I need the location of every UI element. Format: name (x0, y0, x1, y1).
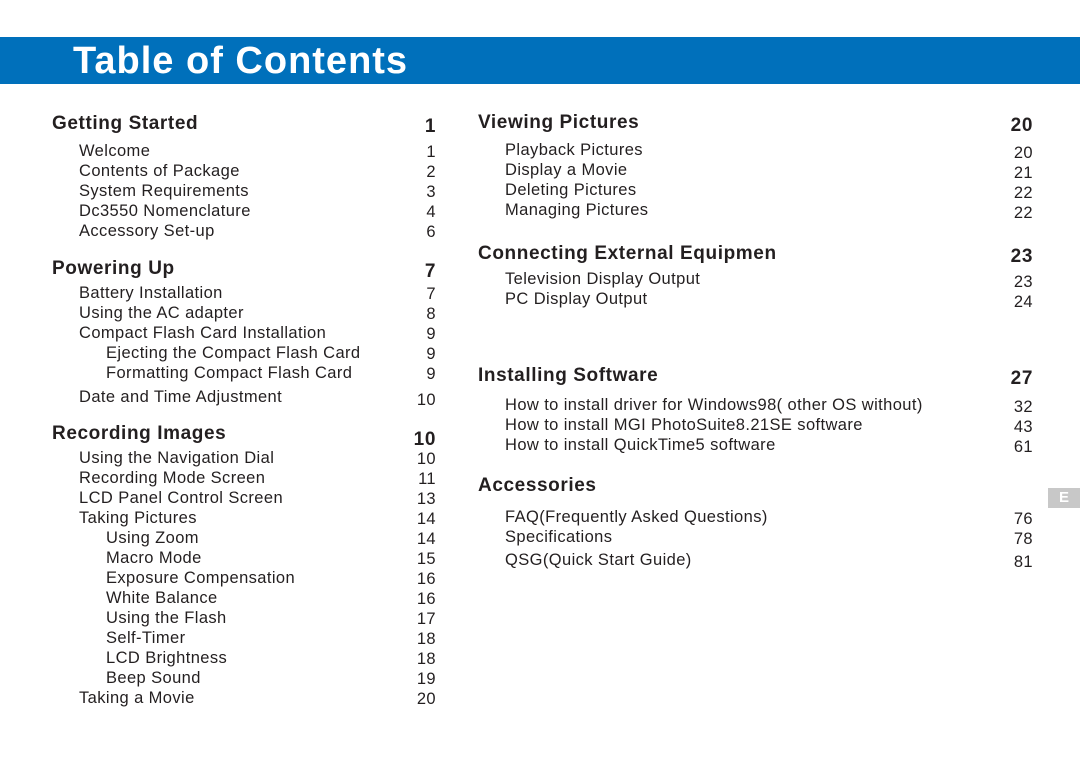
toc-entry: How to install QuickTime5 software (505, 436, 776, 454)
toc-entry-page: 9 (426, 345, 436, 363)
toc-entry: How to install MGI PhotoSuite8.21SE soft… (505, 416, 863, 434)
toc-entry: Exposure Compensation (106, 569, 296, 587)
toc-entry-page: 4 (426, 203, 436, 221)
toc-entry-page: 23 (1013, 273, 1033, 291)
section-heading: Accessories (478, 475, 597, 496)
toc-entry-page: 11 (418, 470, 436, 488)
toc-entry: Welcome (79, 142, 151, 160)
toc-entry-page: 7 (426, 285, 436, 303)
toc-entry-page: 18 (416, 630, 436, 648)
toc-entry-page: 6 (426, 223, 436, 241)
section-heading: Connecting External Equipmen (478, 243, 777, 264)
toc-entry: White Balance (106, 589, 218, 607)
toc-entry-page: 22 (1013, 184, 1033, 202)
toc-entry-page: 24 (1013, 293, 1033, 311)
toc-entry: Dc3550 Nomenclature (79, 202, 251, 220)
toc-entry-page: 9 (426, 325, 436, 343)
toc-entry-page: 1 (426, 143, 436, 161)
toc-entry: FAQ(Frequently Asked Questions) (505, 508, 768, 526)
toc-entry-page: 8 (426, 305, 436, 323)
section-page-number: 23 (1010, 246, 1033, 267)
section-heading: Getting Started (52, 113, 199, 134)
toc-entry: Specifications (505, 528, 613, 546)
toc-entry: PC Display Output (505, 290, 648, 308)
toc-entry: Taking a Movie (79, 689, 195, 707)
section-heading: Powering Up (52, 258, 175, 279)
toc-entry-page: 3 (426, 183, 436, 201)
toc-entry: Deleting Pictures (505, 181, 637, 199)
toc-entry: Display a Movie (505, 161, 628, 179)
language-tab: E (1048, 488, 1080, 508)
section-page-number: 20 (1010, 115, 1033, 136)
toc-entry-page: 20 (1013, 144, 1033, 162)
toc-entry-page: 20 (416, 690, 436, 708)
toc-entry-page: 18 (416, 650, 436, 668)
toc-entry-page: 61 (1013, 438, 1033, 456)
toc-entry: How to install driver for Windows98( oth… (505, 396, 923, 414)
toc-entry-page: 78 (1013, 530, 1033, 548)
toc-entry: Beep Sound (106, 669, 201, 687)
toc-entry: Managing Pictures (505, 201, 649, 219)
toc-entry: Recording Mode Screen (79, 469, 266, 487)
toc-entry-page: 9 (426, 365, 436, 383)
toc-entry: Using the Flash (106, 609, 227, 627)
toc-entry: Playback Pictures (505, 141, 643, 159)
toc-entry: Compact Flash Card Installation (79, 324, 327, 342)
section-heading: Viewing Pictures (478, 112, 640, 133)
toc-entry: Date and Time Adjustment (79, 388, 283, 406)
toc-entry-page: 76 (1013, 510, 1033, 528)
toc-entry-page: 10 (416, 450, 436, 468)
toc-entry: System Requirements (79, 182, 249, 200)
toc-entry: Battery Installation (79, 284, 223, 302)
toc-entry: Using the Navigation Dial (79, 449, 275, 467)
page-title: Table of Contents (73, 40, 409, 82)
section-heading: Recording Images (52, 423, 227, 444)
toc-entry-page: 22 (1013, 204, 1033, 222)
toc-entry: LCD Panel Control Screen (79, 489, 284, 507)
toc-entry: Formatting Compact Flash Card (106, 364, 353, 382)
section-page-number: 27 (1010, 368, 1033, 389)
section-page-number: 10 (413, 429, 436, 450)
toc-entry: Contents of Package (79, 162, 240, 180)
toc-entry-page: 21 (1013, 164, 1033, 182)
toc-entry-page: 14 (416, 510, 436, 528)
toc-entry: Using Zoom (106, 529, 199, 547)
toc-entry-page: 43 (1013, 418, 1033, 436)
toc-entry: Taking Pictures (79, 509, 197, 527)
toc-entry-page: 16 (416, 590, 436, 608)
toc-entry: LCD Brightness (106, 649, 228, 667)
section-page-number: 7 (424, 261, 436, 282)
toc-entry-page: 16 (416, 570, 436, 588)
toc-entry: Ejecting the Compact Flash Card (106, 344, 361, 362)
toc-entry: Using the AC adapter (79, 304, 244, 322)
toc-entry-page: 15 (416, 550, 436, 568)
toc-entry-page: 19 (416, 670, 436, 688)
toc-entry-page: 14 (416, 530, 436, 548)
toc-entry-page: 81 (1013, 553, 1033, 571)
toc-entry: Self-Timer (106, 629, 186, 647)
section-page-number: 1 (424, 116, 436, 137)
toc-entry-page: 13 (416, 490, 436, 508)
toc-entry-page: 32 (1013, 398, 1033, 416)
toc-entry: QSG(Quick Start Guide) (505, 551, 692, 569)
toc-entry-page: 2 (426, 163, 436, 181)
section-heading: Installing Software (478, 365, 659, 386)
toc-entry: Macro Mode (106, 549, 202, 567)
toc-entry-page: 17 (416, 610, 436, 628)
toc-entry: Accessory Set-up (79, 222, 215, 240)
toc-entry: Television Display Output (505, 270, 701, 288)
toc-entry-page: 10 (416, 391, 436, 409)
